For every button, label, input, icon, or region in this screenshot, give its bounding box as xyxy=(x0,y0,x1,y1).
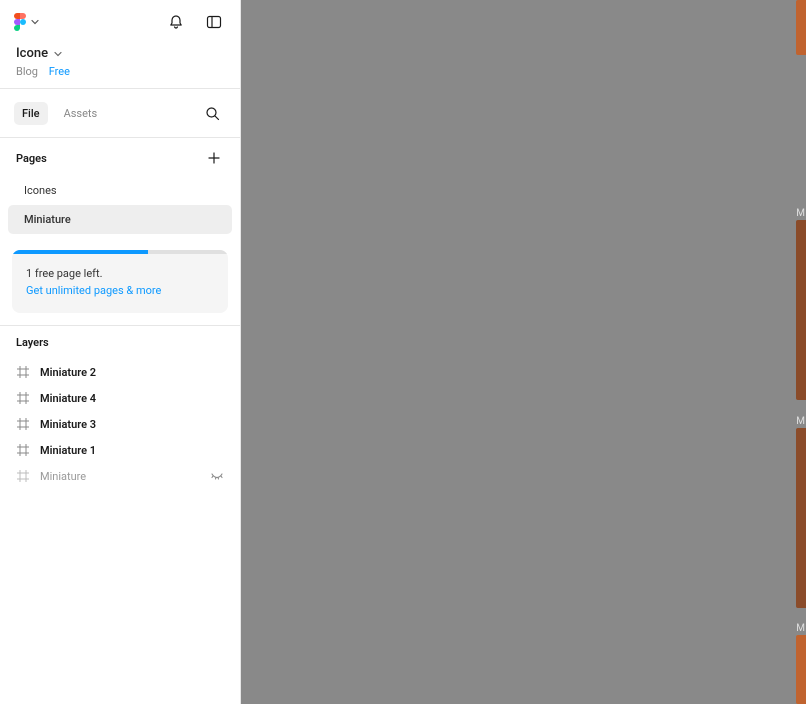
frame-icon xyxy=(16,417,30,431)
page-item-miniature[interactable]: Miniature xyxy=(8,205,232,234)
frame-icon xyxy=(16,365,30,379)
plus-icon xyxy=(208,152,220,164)
upsell-link[interactable]: Get unlimited pages & more xyxy=(26,284,161,297)
canvas-frame-sliver[interactable] xyxy=(796,428,806,608)
file-meta: Icone Blog Free xyxy=(0,44,240,88)
tab-file[interactable]: File xyxy=(14,102,48,125)
layer-item[interactable]: Miniature 2 xyxy=(0,359,240,385)
layer-item[interactable]: Miniature 3 xyxy=(0,411,240,437)
frame-label: M xyxy=(796,623,806,634)
tab-assets[interactable]: Assets xyxy=(56,102,106,125)
frame-label: M xyxy=(796,208,806,219)
topbar xyxy=(0,0,240,44)
plan-badge[interactable]: Free xyxy=(49,65,70,78)
file-title: Icone xyxy=(16,46,48,61)
search-icon xyxy=(205,106,220,121)
upsell-card: 1 free page left. Get unlimited pages & … xyxy=(12,250,228,313)
canvas-frame-sliver[interactable] xyxy=(796,0,806,55)
canvas-frame-sliver[interactable] xyxy=(796,220,806,400)
layers-list: Miniature 2 Miniature 4 Miniature 3 Mini… xyxy=(0,357,240,491)
layers-header: Layers xyxy=(0,326,240,357)
notifications-button[interactable] xyxy=(162,8,190,36)
hidden-icon[interactable] xyxy=(210,469,224,483)
breadcrumb-parent[interactable]: Blog xyxy=(16,65,38,78)
chevron-down-icon xyxy=(31,18,39,26)
file-subtitle: Blog Free xyxy=(16,65,224,78)
upsell-progress xyxy=(12,250,228,254)
canvas-frame-sliver[interactable] xyxy=(796,635,806,704)
add-page-button[interactable] xyxy=(204,148,224,168)
chevron-down-icon xyxy=(54,50,62,58)
frame-label: M xyxy=(796,416,806,427)
left-sidebar: Icone Blog Free File Assets Pages xyxy=(0,0,241,704)
layer-item[interactable]: Miniature 1 xyxy=(0,437,240,463)
figma-logo-icon xyxy=(13,12,27,32)
bell-icon xyxy=(168,14,184,30)
canvas[interactable]: M M M M xyxy=(241,0,806,704)
panel-tabs: File Assets xyxy=(0,89,240,137)
upsell-progress-fill xyxy=(12,250,148,254)
frame-icon xyxy=(16,443,30,457)
layer-item-hidden[interactable]: Miniature xyxy=(0,463,240,489)
figma-menu-button[interactable] xyxy=(12,8,40,36)
toggle-panels-button[interactable] xyxy=(200,8,228,36)
pages-header-label: Pages xyxy=(16,152,47,165)
layers-header-label: Layers xyxy=(16,336,49,349)
panel-icon xyxy=(206,14,222,30)
search-button[interactable] xyxy=(198,99,226,127)
pages-header: Pages xyxy=(0,138,240,176)
frame-icon xyxy=(16,469,30,483)
page-item-icones[interactable]: Icones xyxy=(8,176,232,205)
pages-list: Icones Miniature xyxy=(0,176,240,242)
frame-icon xyxy=(16,391,30,405)
layer-item[interactable]: Miniature 4 xyxy=(0,385,240,411)
upsell-text: 1 free page left. xyxy=(26,266,214,283)
file-title-dropdown[interactable]: Icone xyxy=(16,46,224,61)
